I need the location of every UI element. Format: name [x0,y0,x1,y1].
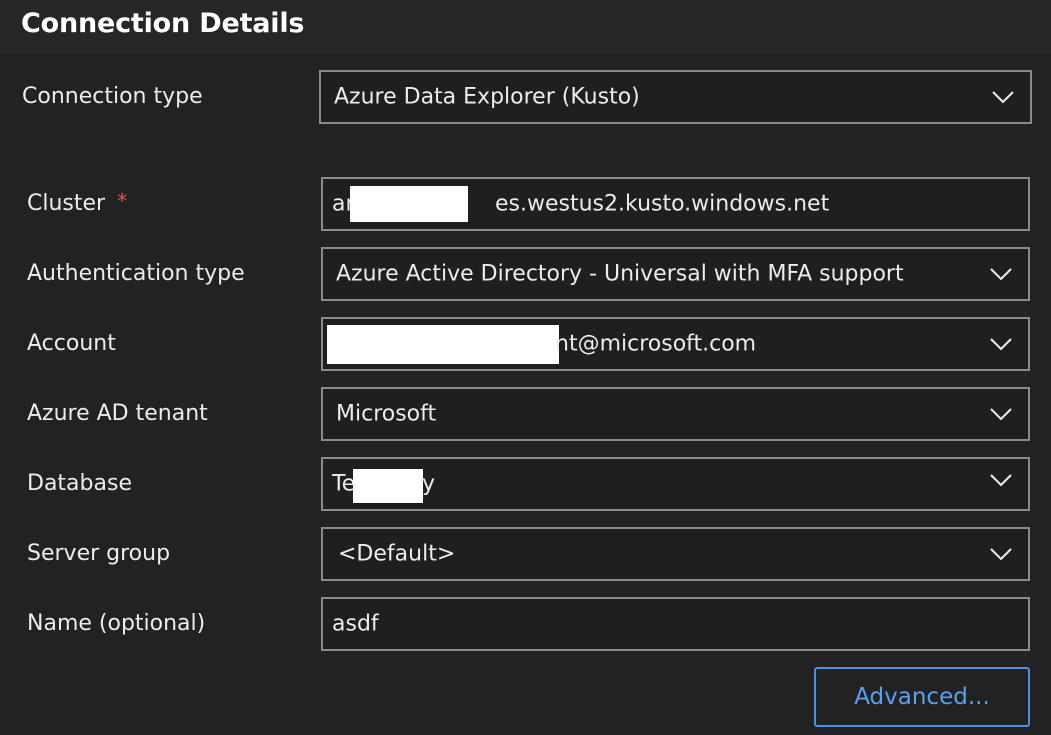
chevron-down-icon [990,268,1012,281]
chevron-down-icon [992,91,1014,104]
database-value-prefix: Te [332,471,356,497]
connection-type-value: Azure Data Explorer (Kusto) [334,84,640,110]
chevron-down-icon [990,548,1012,561]
server-group-dropdown[interactable]: <Default> [321,527,1030,581]
database-value-suffix: y [422,471,436,497]
dialog-header: Connection Details [0,0,1051,53]
connection-type-label: Connection type [22,84,203,109]
tenant-label: Azure AD tenant [27,401,208,426]
connection-type-dropdown[interactable]: Azure Data Explorer (Kusto) [319,70,1032,124]
connection-dialog: Connection Details Connection type Azure… [0,0,1051,735]
redaction-box [350,186,468,222]
redaction-box [353,469,423,503]
cluster-value-suffix: es.westus2.kusto.windows.net [495,191,830,217]
chevron-down-icon [990,474,1012,487]
name-label: Name (optional) [27,611,206,636]
tenant-dropdown[interactable]: Microsoft [321,387,1030,441]
advanced-button[interactable]: Advanced... [814,667,1030,727]
authentication-type-value: Azure Active Directory - Universal with … [336,261,904,287]
cluster-input[interactable]: ar es.westus2.kusto.windows.net [321,177,1030,231]
account-dropdown[interactable]: nt@microsoft.com [321,317,1030,371]
account-value-suffix: nt@microsoft.com [555,331,757,357]
database-dropdown[interactable]: Te y [321,457,1030,511]
authentication-type-dropdown[interactable]: Azure Active Directory - Universal with … [321,247,1030,301]
dialog-title: Connection Details [21,8,305,39]
tenant-value: Microsoft [336,401,437,427]
name-input[interactable]: asdf [321,597,1030,651]
database-label: Database [27,471,132,496]
account-label: Account [27,331,116,356]
chevron-down-icon [990,338,1012,351]
cluster-label: Cluster * [27,189,128,216]
server-group-label: Server group [27,541,171,566]
redaction-box [327,325,559,364]
chevron-down-icon [990,408,1012,421]
authentication-type-label: Authentication type [27,261,245,286]
required-marker: * [117,189,128,213]
name-value: asdf [332,611,379,637]
cluster-label-text: Cluster [27,191,106,216]
server-group-value: <Default> [338,541,456,567]
